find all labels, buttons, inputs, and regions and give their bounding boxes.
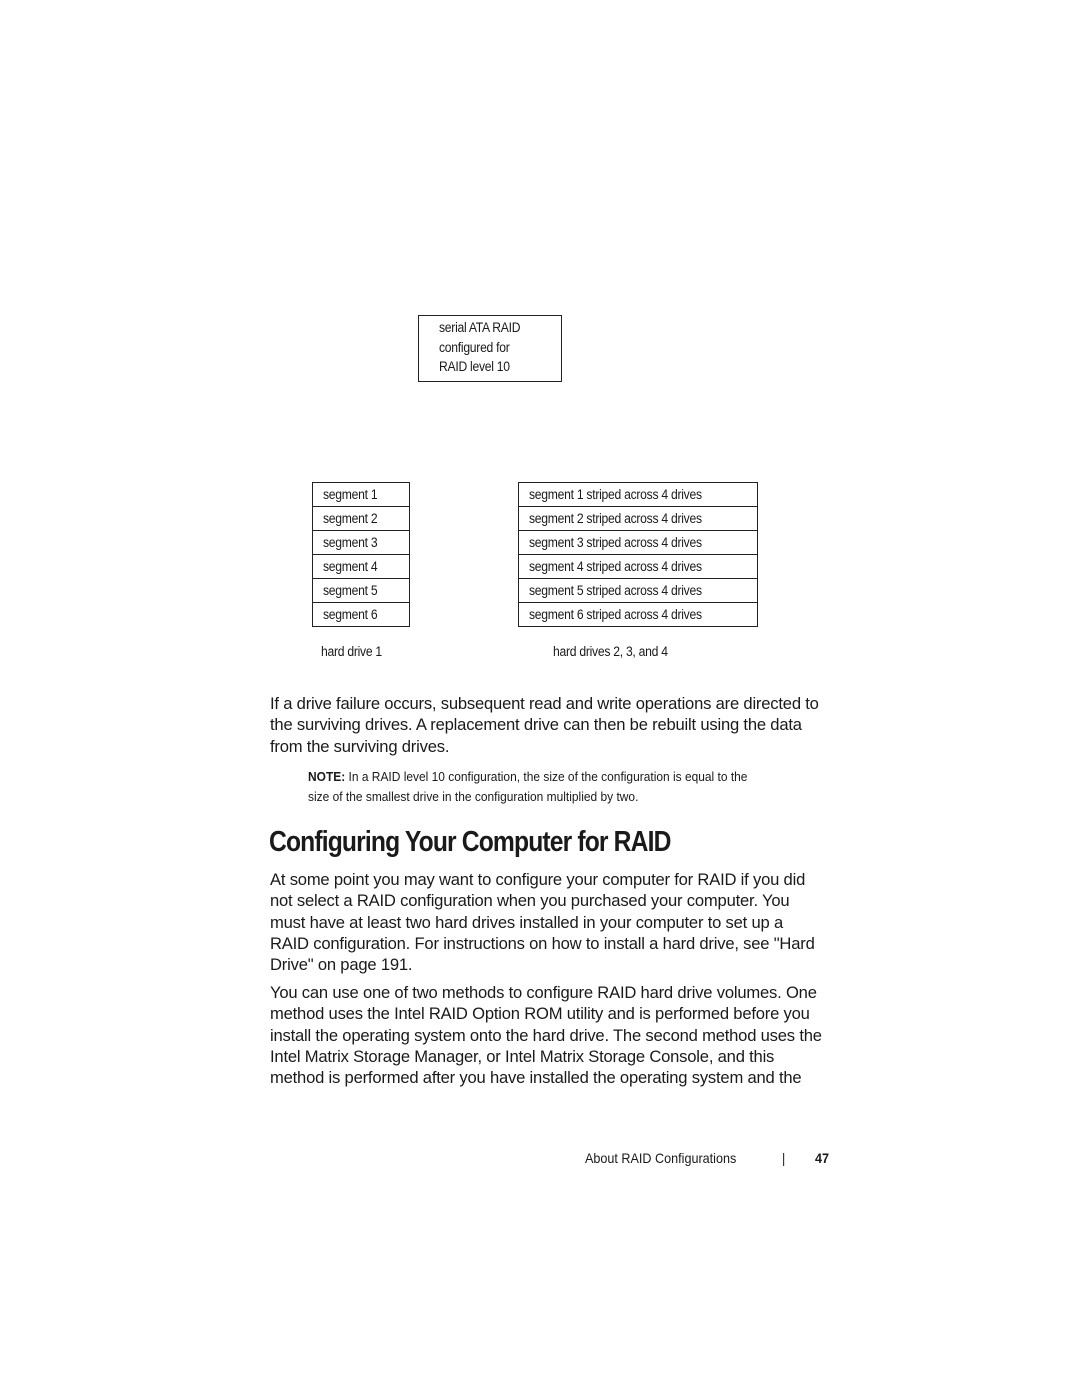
footer-separator: | <box>782 1150 786 1166</box>
hard-drive-1-label: hard drive 1 <box>321 644 382 659</box>
striped-segment-cell: segment 2 striped across 4 drives <box>519 507 757 531</box>
striped-segment-cell: segment 1 striped across 4 drives <box>519 483 757 507</box>
page-number: 47 <box>815 1150 830 1166</box>
raid-10-note: NOTE: In a RAID level 10 configuration, … <box>308 769 748 804</box>
raid-box-line: RAID level 10 <box>439 359 510 374</box>
segment-cell: segment 1 <box>313 483 409 507</box>
segment-cell: segment 5 <box>313 579 409 603</box>
segment-cell: segment 3 <box>313 531 409 555</box>
segment-cell: segment 4 <box>313 555 409 579</box>
striped-segment-cell: segment 5 striped across 4 drives <box>519 579 757 603</box>
segment-cell: segment 6 <box>323 607 378 622</box>
note-label: NOTE: <box>308 769 346 784</box>
striped-segment-cell: segment 4 striped across 4 drives <box>519 555 757 579</box>
raid-box-line: serial ATA RAID <box>439 320 521 335</box>
hard-drives-234-segments: segment 1 striped across 4 drives segmen… <box>518 482 758 627</box>
striped-segment-cell: segment 3 striped across 4 drives <box>519 531 757 555</box>
methods-paragraph: You can use one of two methods to config… <box>270 983 822 1088</box>
section-heading: Configuring Your Computer for RAID <box>269 826 671 858</box>
raid-level-10-box: serial ATA RAID configured for RAID leve… <box>418 315 562 382</box>
raid-box-line: configured for <box>439 340 510 355</box>
striped-segment-cell: segment 6 striped across 4 drives <box>529 607 702 622</box>
hard-drives-234-label: hard drives 2, 3, and 4 <box>553 644 668 659</box>
drive-failure-paragraph: If a drive failure occurs, subsequent re… <box>270 694 819 756</box>
configure-paragraph: At some point you may want to configure … <box>270 870 815 975</box>
segment-cell: segment 2 <box>313 507 409 531</box>
footer-section-title: About RAID Configurations <box>585 1150 737 1166</box>
hard-drive-1-segments: segment 1 segment 2 segment 3 segment 4 … <box>312 482 410 627</box>
